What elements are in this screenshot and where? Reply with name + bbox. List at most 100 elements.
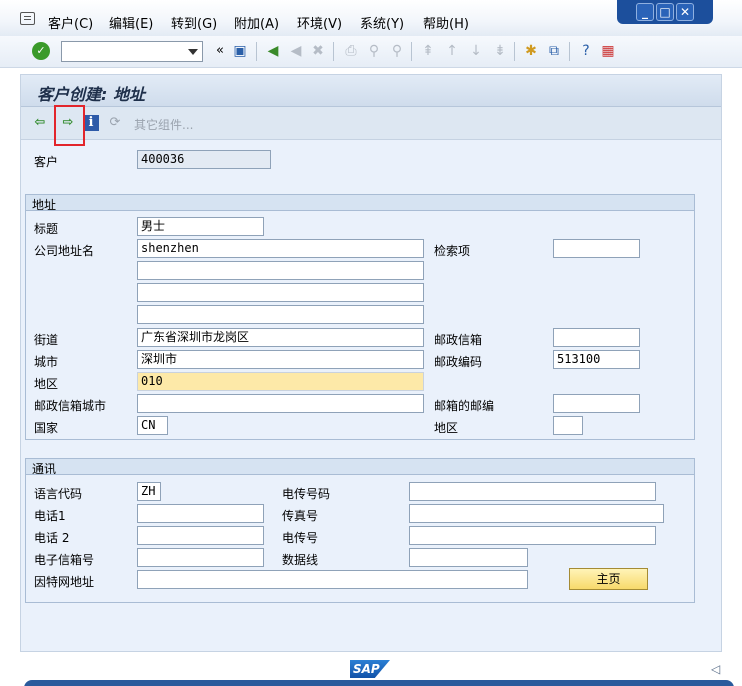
company-name-field-3[interactable] xyxy=(137,283,424,302)
create-shortcut-icon[interactable]: ⧉ xyxy=(545,42,563,60)
toolbar-divider xyxy=(569,42,570,61)
company-name-field-4[interactable] xyxy=(137,305,424,324)
po-box-postal-label: 邮箱的邮编 xyxy=(434,399,495,413)
city-field[interactable]: 深圳市 xyxy=(137,350,424,369)
communication-group-header: 通讯 xyxy=(26,459,694,476)
sap-logo: SAP xyxy=(350,660,390,678)
menu-environment[interactable]: 环境(V) xyxy=(297,13,342,32)
toolbar-divider xyxy=(333,42,334,61)
company-name-field-1[interactable]: shenzhen xyxy=(137,239,424,258)
phone1-label: 电话1 xyxy=(34,509,66,523)
address-group-header: 地址 xyxy=(26,195,694,212)
enter-check-icon[interactable]: ✓ xyxy=(32,42,50,60)
telex-field[interactable] xyxy=(409,482,656,501)
find-icon[interactable]: ⚲ xyxy=(365,42,383,60)
phone1-field[interactable] xyxy=(137,504,264,523)
telex-label: 电传号码 xyxy=(282,487,331,501)
minimize-button[interactable]: _ xyxy=(636,3,654,21)
cancel-icon[interactable]: ✖ xyxy=(309,42,327,60)
menu-goto[interactable]: 转到(G) xyxy=(171,13,217,32)
internet-label: 因特网地址 xyxy=(34,575,95,589)
back-icon[interactable]: ◀ xyxy=(264,42,282,60)
toolbar-divider xyxy=(514,42,515,61)
language-field[interactable]: ZH xyxy=(137,482,161,501)
refresh-icon[interactable]: ⟳ xyxy=(107,115,123,131)
po-box-city-field[interactable] xyxy=(137,394,424,413)
title-bar: 客户创建: 地址 xyxy=(21,75,721,107)
teletex-field[interactable] xyxy=(409,526,656,545)
command-field[interactable] xyxy=(61,41,203,62)
print-icon[interactable]: ⎙ xyxy=(342,42,360,60)
first-page-icon[interactable]: ⇞ xyxy=(419,42,437,60)
company-name-label: 公司地址名 xyxy=(34,244,95,258)
region-field[interactable] xyxy=(553,416,583,435)
chevron-down-icon[interactable] xyxy=(188,49,198,55)
postal-code-field[interactable]: 513100 xyxy=(553,350,640,369)
dataline-field[interactable] xyxy=(409,548,528,567)
title-field[interactable]: 男士 xyxy=(137,217,264,236)
find-next-icon[interactable]: ⚲ xyxy=(388,42,406,60)
status-expand-icon[interactable]: ◁ xyxy=(711,662,720,676)
phone2-label: 电话 2 xyxy=(34,531,70,545)
search-term-label: 检索项 xyxy=(434,244,471,258)
other-components-button[interactable]: 其它组件... xyxy=(134,116,193,133)
po-box-field[interactable] xyxy=(553,328,640,347)
customize-layout-icon[interactable]: ▦ xyxy=(599,42,617,60)
previous-screen-icon[interactable]: ⇦ xyxy=(32,115,48,131)
window-controls: _ □ ✕ xyxy=(617,0,713,24)
collapse-command-icon[interactable]: « xyxy=(211,42,229,60)
menu-edit[interactable]: 编辑(E) xyxy=(109,13,153,32)
menu-icon[interactable] xyxy=(20,12,35,25)
street-field[interactable]: 广东省深圳市龙岗区 xyxy=(137,328,424,347)
info-icon[interactable]: i xyxy=(83,115,99,131)
menu-customer[interactable]: 客户(C) xyxy=(48,13,93,32)
menu-system[interactable]: 系统(Y) xyxy=(360,13,404,32)
close-button[interactable]: ✕ xyxy=(676,3,694,21)
po-box-postal-field[interactable] xyxy=(553,394,640,413)
exit-icon[interactable]: ◀ xyxy=(287,42,305,60)
dataline-label: 数据线 xyxy=(282,553,319,567)
internet-field[interactable] xyxy=(137,570,528,589)
email-label: 电子信箱号 xyxy=(34,553,95,567)
po-box-label: 邮政信箱 xyxy=(434,333,483,347)
homepage-button[interactable]: 主页 xyxy=(569,568,648,590)
address-group-title: 地址 xyxy=(32,198,57,212)
city-label: 城市 xyxy=(34,355,59,369)
email-field[interactable] xyxy=(137,548,264,567)
postal-code-label: 邮政编码 xyxy=(434,355,483,369)
menu-extras[interactable]: 附加(A) xyxy=(234,13,279,32)
country-field[interactable]: CN xyxy=(137,416,168,435)
street-label: 街道 xyxy=(34,333,59,347)
po-box-city-label: 邮政信箱城市 xyxy=(34,399,107,413)
maximize-button[interactable]: □ xyxy=(656,3,674,21)
next-page-icon[interactable]: ↓ xyxy=(467,42,485,60)
window-bottom-frame xyxy=(24,680,734,686)
search-term-field[interactable] xyxy=(553,239,640,258)
menu-help[interactable]: 帮助(H) xyxy=(423,13,469,32)
region-label: 地区 xyxy=(434,421,459,435)
previous-page-icon[interactable]: ↑ xyxy=(443,42,461,60)
customer-field: 400036 xyxy=(137,150,271,169)
new-session-icon[interactable]: ✱ xyxy=(522,42,540,60)
language-label: 语言代码 xyxy=(34,487,83,501)
title-label: 标题 xyxy=(34,222,59,236)
standard-toolbar: ✓ « ▣ ◀ ◀ ✖ ⎙ ⚲ ⚲ ⇞ ↑ ↓ ⇟ ✱ ⧉ ? ▦ xyxy=(0,36,742,68)
country-label: 国家 xyxy=(34,421,59,435)
district-field[interactable]: 010 xyxy=(137,372,424,391)
page-title: 客户创建: 地址 xyxy=(37,85,145,104)
customer-label: 客户 xyxy=(34,155,59,169)
toolbar-divider xyxy=(256,42,257,61)
fax-label: 传真号 xyxy=(282,509,319,523)
company-name-field-2[interactable] xyxy=(137,261,424,280)
application-toolbar: ⇦ ⇨ i ⟳ 其它组件... xyxy=(21,107,721,140)
last-page-icon[interactable]: ⇟ xyxy=(491,42,509,60)
main-screen: 客户创建: 地址 ⇦ ⇨ i ⟳ 其它组件... 客户 400036 地址 标题… xyxy=(20,74,722,652)
highlight-box xyxy=(54,105,85,146)
fax-field[interactable] xyxy=(409,504,664,523)
address-group: 地址 标题 男士 公司地址名 shenzhen 检索项 街道 广东省深圳市龙岗区… xyxy=(25,194,695,440)
save-icon[interactable]: ▣ xyxy=(231,42,249,60)
help-icon[interactable]: ? xyxy=(577,42,595,60)
phone2-field[interactable] xyxy=(137,526,264,545)
status-bar: SAP ◁ xyxy=(0,654,742,686)
toolbar-divider xyxy=(411,42,412,61)
